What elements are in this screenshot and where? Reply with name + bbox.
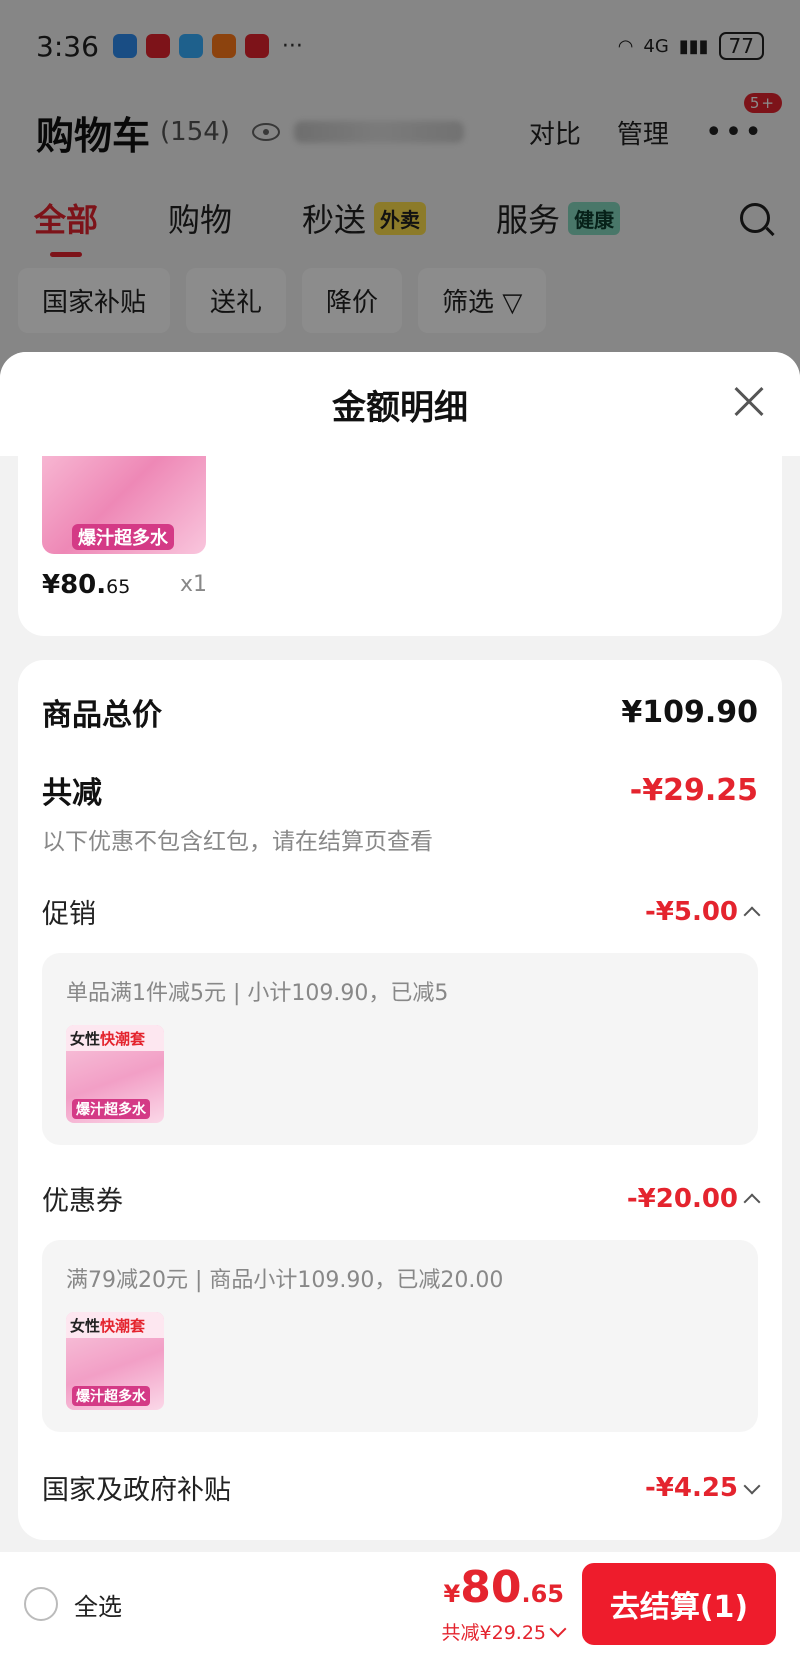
promotion-thumb-bottom: 爆汁超多水 — [72, 1099, 150, 1119]
discount-value: -¥29.25 — [629, 772, 758, 808]
product-price: ¥80.65 — [42, 570, 130, 600]
coupon-detail-box: 满79减20元 | 商品小计109.90，已减20.00 女性快潮套 爆汁超多水 — [42, 1240, 758, 1432]
promotion-label: 促销 — [42, 899, 96, 930]
amount-detail-sheet: 金额明细 爆汁超多水 ¥80.65 x1 商品总价 ¥109.90 共减 -¥2… — [0, 352, 800, 1656]
coupon-thumb-label: 女性快潮套 — [66, 1312, 164, 1338]
price-main: 80 — [460, 1561, 522, 1613]
total-value: ¥109.90 — [621, 694, 758, 730]
coupon-thumb-bottom: 爆汁超多水 — [72, 1386, 150, 1406]
subsidy-label: 国家及政府补贴 — [42, 1475, 231, 1506]
promotion-detail-box: 单品满1件减5元 | 小计109.90，已减5 女性快潮套 爆汁超多水 — [42, 953, 758, 1145]
product-image-text: 爆汁超多水 — [72, 524, 174, 550]
thumb-label-b: 快潮套 — [100, 1317, 146, 1335]
total-discount-toggle[interactable]: 共减¥29.25 — [441, 1618, 567, 1645]
product-price-cents: 65 — [106, 576, 131, 598]
promotion-thumb-label: 女性快潮套 — [66, 1025, 164, 1051]
total-summary: ¥80.65 共减¥29.25 — [441, 1561, 567, 1645]
coupon-desc: 满79减20元 | 商品小计109.90，已减20.00 — [66, 1268, 504, 1293]
promotion-amount: -¥5.00 — [644, 896, 761, 927]
thumb-label-a: 女性 — [70, 1317, 101, 1335]
price-detail-card: 商品总价 ¥109.90 共减 -¥29.25 以下优惠不包含红包，请在结算页查… — [18, 660, 782, 1540]
price-cents: .65 — [521, 1579, 564, 1608]
product-price-main: ¥80. — [42, 570, 107, 600]
chevron-down-icon — [549, 1620, 567, 1638]
coupon-amount: -¥20.00 — [626, 1183, 761, 1214]
close-icon[interactable] — [728, 382, 768, 422]
subsidy-amount: -¥4.25 — [644, 1472, 761, 1503]
checkout-bar: 全选 ¥80.65 共减¥29.25 去结算(1) — [0, 1552, 800, 1656]
sheet-title: 金额明细 — [332, 387, 468, 428]
coupon-amount-text: -¥20.00 — [626, 1183, 738, 1214]
total-label: 商品总价 — [42, 698, 162, 733]
coupon-product-image[interactable]: 女性快潮套 爆汁超多水 — [66, 1312, 164, 1410]
sheet-header: 金额明细 — [0, 352, 800, 456]
promotion-row[interactable]: 促销 -¥5.00 — [42, 892, 761, 931]
coupon-label: 优惠券 — [42, 1186, 123, 1217]
select-all-label[interactable]: 全选 — [74, 1587, 122, 1622]
product-quantity: x1 — [180, 572, 208, 597]
coupon-row[interactable]: 优惠券 -¥20.00 — [42, 1179, 761, 1218]
promotion-desc: 单品满1件减5元 | 小计109.90，已减5 — [66, 981, 449, 1006]
product-image[interactable]: 爆汁超多水 — [42, 456, 206, 554]
thumb-label-a: 女性 — [70, 1030, 101, 1048]
select-all-radio[interactable] — [24, 1587, 58, 1621]
subsidy-amount-text: -¥4.25 — [644, 1472, 738, 1503]
total-discount-text: 共减¥29.25 — [441, 1621, 546, 1644]
discount-note: 以下优惠不包含红包，请在结算页查看 — [42, 829, 433, 855]
discount-row: 共减 -¥29.25 — [42, 768, 758, 812]
chevron-up-icon — [743, 1193, 761, 1210]
thumb-label-b: 快潮套 — [100, 1030, 146, 1048]
final-price: ¥80.65 — [442, 1561, 564, 1618]
discount-label: 共减 — [42, 776, 102, 811]
price-yen: ¥ — [443, 1579, 461, 1608]
checkout-button[interactable]: 去结算(1) — [582, 1563, 776, 1645]
subsidy-row[interactable]: 国家及政府补贴 -¥4.25 — [42, 1468, 761, 1507]
total-row: 商品总价 ¥109.90 — [42, 690, 758, 734]
chevron-down-icon — [743, 1477, 761, 1494]
chevron-up-icon — [743, 906, 761, 923]
promotion-amount-text: -¥5.00 — [644, 896, 738, 927]
promotion-product-image[interactable]: 女性快潮套 爆汁超多水 — [66, 1025, 164, 1123]
product-card: 爆汁超多水 ¥80.65 x1 — [18, 456, 782, 636]
